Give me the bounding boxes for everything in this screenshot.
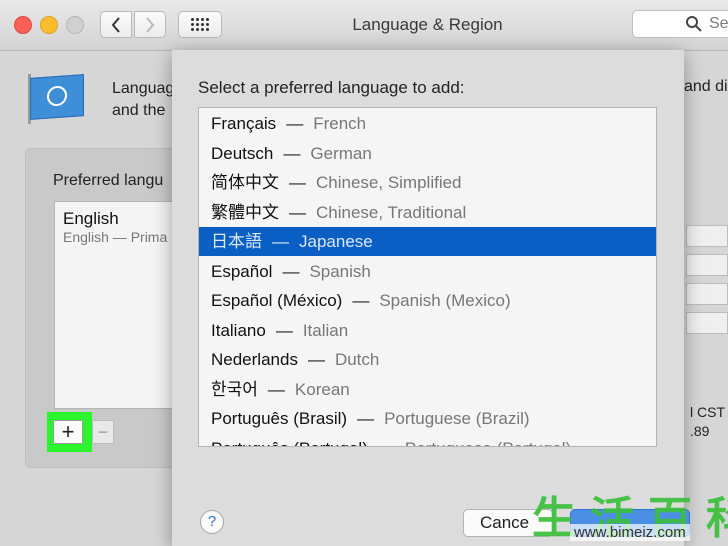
close-window-button[interactable] [14, 16, 32, 34]
language-separator: — [275, 320, 293, 340]
title-bar: Language & Region Se [0, 0, 728, 51]
language-option[interactable]: Português (Brasil) — Portuguese (Brazil) [199, 404, 656, 433]
language-english-name: Chinese, Simplified [316, 173, 462, 192]
language-separator: — [267, 379, 285, 399]
search-field[interactable]: Se [632, 10, 728, 38]
language-english-name: Portuguese (Portugal) [405, 439, 571, 447]
sheet-title: Select a preferred language to add: [198, 78, 465, 97]
language-english-name: Korean [294, 379, 350, 399]
search-placeholder: Se [709, 15, 728, 32]
region-field[interactable] [686, 225, 728, 247]
back-button[interactable] [100, 11, 132, 38]
language-separator: — [289, 202, 306, 222]
language-native-name: 한국어 [211, 379, 258, 399]
language-option[interactable]: Nederlands — Dutch [199, 345, 656, 374]
language-separator: — [352, 291, 370, 310]
first-day-field[interactable] [686, 254, 728, 276]
language-english-name: Japanese [299, 232, 373, 251]
language-english-name: Spanish (Mexico) [379, 291, 511, 310]
language-native-name: 日本語 [211, 232, 262, 251]
watermark: 生活百科 www.bimeiz.com [528, 484, 728, 546]
language-subtitle: English — Prima [63, 229, 168, 245]
language-option[interactable]: 日本語 — Japanese [199, 227, 656, 256]
language-native-name: Nederlands [211, 350, 298, 369]
pane-description-right: and di [684, 78, 728, 95]
language-native-name: Português (Brasil) [211, 409, 348, 428]
watermark-url: www.bimeiz.com [570, 524, 690, 541]
language-english-name: German [310, 143, 372, 163]
language-option[interactable]: Italiano — Italian [199, 316, 656, 345]
calendar-field[interactable] [686, 283, 728, 305]
chevron-left-icon [111, 16, 120, 33]
language-separator: — [307, 350, 325, 369]
language-native-name: 繁體中文 [211, 202, 279, 222]
language-option[interactable]: 한국어 — Korean [199, 375, 656, 404]
language-option[interactable]: 简体中文 — Chinese, Simplified [199, 168, 656, 197]
language-english-name: Portuguese (Brazil) [384, 409, 530, 428]
add-language-button[interactable]: + [53, 420, 83, 444]
minimize-window-button[interactable] [40, 16, 58, 34]
timezone-text: l CST [690, 404, 725, 420]
language-option[interactable]: Português (Portugal)—Portuguese (Portuga… [199, 434, 656, 447]
remove-language-button[interactable]: − [92, 420, 114, 444]
language-native-name: Português (Portugal) [211, 439, 368, 447]
show-all-button[interactable] [178, 11, 222, 38]
language-native-name: Français [211, 114, 277, 133]
language-option[interactable]: Español (México) — Spanish (Mexico) [199, 286, 656, 315]
language-option[interactable]: Français — French [199, 109, 656, 138]
chevron-right-icon [146, 16, 155, 33]
language-separator: — [357, 409, 375, 428]
preferred-languages-label: Preferred langu [53, 172, 164, 189]
language-separator: — [272, 232, 289, 251]
un-flag-icon [30, 74, 84, 120]
number-sample-text: .89 [690, 423, 710, 439]
search-icon [686, 16, 702, 32]
language-native-name: Italiano [211, 320, 266, 340]
language-separator: — [283, 143, 301, 163]
language-separator: — [282, 261, 300, 281]
language-native-name: Español [211, 261, 273, 281]
language-option[interactable]: 繁體中文 — Chinese, Traditional [199, 198, 656, 227]
language-native-name: 简体中文 [211, 173, 279, 192]
help-button[interactable]: ? [200, 510, 224, 534]
forward-button[interactable] [134, 11, 166, 38]
zoom-window-button[interactable] [66, 16, 84, 34]
language-english-name: French [313, 114, 367, 133]
language-name: English [63, 209, 119, 228]
language-english-name: Dutch [334, 350, 380, 369]
window-title: Language & Region [352, 15, 503, 34]
language-native-name: Español (México) [211, 291, 343, 310]
language-english-name: Spanish [309, 261, 371, 281]
preferred-languages-list[interactable]: English English — Prima [54, 201, 186, 409]
grid-icon [191, 18, 209, 31]
language-separator: — [289, 173, 306, 192]
language-english-name: Chinese, Traditional [316, 202, 467, 222]
add-language-highlight: + [47, 412, 92, 452]
time-format-field[interactable] [686, 312, 728, 334]
language-separator: — [286, 114, 304, 133]
language-option[interactable]: Español — Spanish [199, 257, 656, 286]
language-english-name: Italian [302, 320, 349, 340]
language-native-name: Deutsch [211, 143, 274, 163]
language-option[interactable]: Deutsch — German [199, 139, 656, 168]
language-separator: — [368, 439, 405, 447]
language-picker-list[interactable]: Français — French Deutsch — German 简体中文 — Chines… [198, 107, 657, 447]
